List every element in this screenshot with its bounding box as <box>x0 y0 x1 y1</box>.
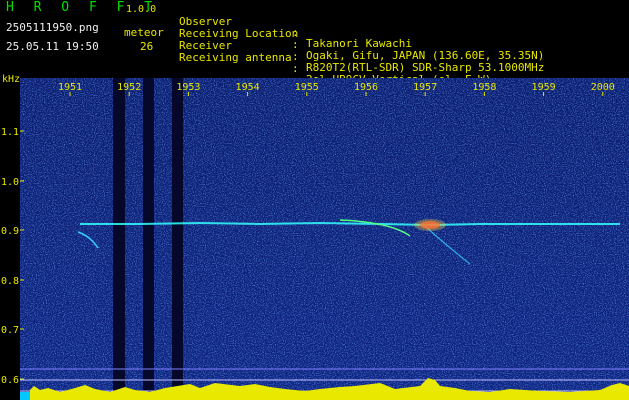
x-tick-label: 1959 <box>532 82 556 93</box>
y-tick-label: 1.1 <box>1 127 19 138</box>
gap-band-2 <box>143 78 154 400</box>
x-tick-label: 1954 <box>236 82 260 93</box>
y-tick-label: 0.9 <box>1 226 19 237</box>
y-tick-label: 1.0 <box>1 177 19 188</box>
hroft-screen: { "header": { "app_title": "H R O F F T"… <box>0 0 629 400</box>
y-axis-unit: kHz <box>2 74 20 85</box>
x-tick-label: 1956 <box>354 82 378 93</box>
x-tick-label: 1957 <box>413 82 437 93</box>
x-tick-label: 1951 <box>58 82 82 93</box>
y-tick-label: 0.8 <box>1 276 19 287</box>
x-tick-label: 2000 <box>591 82 615 93</box>
y-tick-label: 0.6 <box>1 375 19 386</box>
y-tick-label: 0.7 <box>1 325 19 336</box>
x-tick-label: 1958 <box>472 82 496 93</box>
spectrogram: 1.1 1.0 0.9 0.8 0.7 0.6 1951 1952 1953 1954 1955 1… <box>1 74 629 400</box>
x-tick-label: 1952 <box>117 82 141 93</box>
meteor-echo-glow <box>414 219 446 231</box>
x-tick-label: 1955 <box>295 82 319 93</box>
gap-band-3 <box>172 78 183 400</box>
gap-band-1 <box>113 78 125 400</box>
spectrogram-noise <box>20 78 629 400</box>
x-tick-label: 1953 <box>176 82 200 93</box>
